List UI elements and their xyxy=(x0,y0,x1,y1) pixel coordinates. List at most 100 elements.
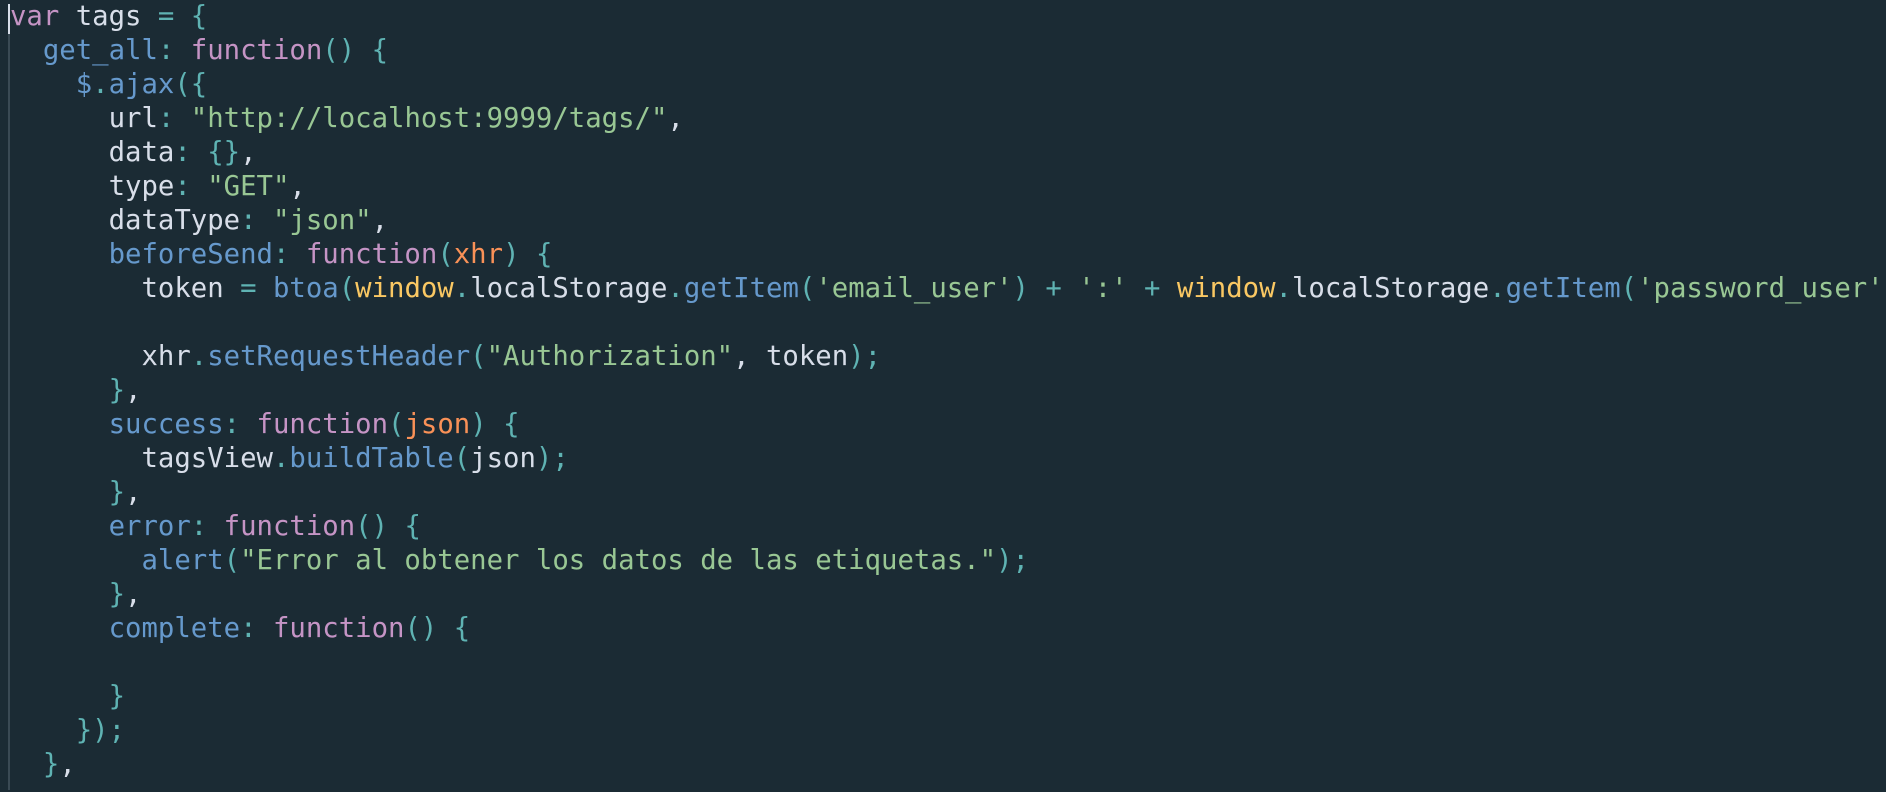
code-token: buildTable xyxy=(289,443,454,474)
code-token: ); xyxy=(848,341,882,372)
code-token: . xyxy=(92,69,109,100)
code-line[interactable]: error: function() { xyxy=(10,510,1886,544)
code-token: ); xyxy=(996,545,1029,576)
code-token: ({ xyxy=(174,69,208,100)
code-token: : xyxy=(272,239,290,270)
code-token: } xyxy=(108,681,126,712)
code-token: ( xyxy=(1620,273,1638,304)
code-token: localStorage xyxy=(1291,273,1490,304)
code-line[interactable]: url: "http://localhost:9999/tags/", xyxy=(10,102,1886,136)
code-token: "GET" xyxy=(207,171,290,202)
code-line[interactable]: dataType: "json", xyxy=(10,204,1886,238)
code-token: + xyxy=(1045,273,1062,304)
code-token: "http://localhost:9999/tags/" xyxy=(190,103,668,134)
code-line[interactable]: data: {}, xyxy=(10,136,1886,170)
code-token: json xyxy=(404,409,471,440)
code-line[interactable]: var tags = { xyxy=(10,0,1886,34)
code-token: ajax xyxy=(108,69,175,100)
code-token: function xyxy=(305,239,438,270)
code-token: } xyxy=(108,375,126,406)
code-area[interactable]: var tags = { get_all: function() { $.aja… xyxy=(10,0,1886,782)
code-line[interactable]: $.ajax({ xyxy=(10,68,1886,102)
code-token: tags xyxy=(59,1,158,32)
code-token: { xyxy=(453,613,471,644)
code-token: : xyxy=(157,35,175,66)
code-line[interactable]: tagsView.buildTable(json); xyxy=(10,442,1886,476)
code-line[interactable]: xhr.setRequestHeader("Authorization", to… xyxy=(10,340,1886,374)
code-token: ( xyxy=(453,443,471,474)
code-line[interactable]: ​ xyxy=(10,306,1886,340)
code-token: . xyxy=(272,443,290,474)
code-line[interactable]: complete: function() { xyxy=(10,612,1886,646)
code-line[interactable]: }, xyxy=(10,476,1886,510)
code-line[interactable]: token = btoa(window.localStorage.getItem… xyxy=(10,272,1886,306)
code-line[interactable]: get_all: function() { xyxy=(10,34,1886,68)
code-token: function xyxy=(272,613,405,644)
code-token: xhr xyxy=(453,239,504,270)
code-token: url xyxy=(10,103,158,134)
code-line[interactable]: beforeSend: function(xhr) { xyxy=(10,238,1886,272)
code-token: ( xyxy=(223,545,241,576)
code-token: error xyxy=(108,511,191,542)
code-token: , xyxy=(289,171,306,202)
code-token: ':' xyxy=(1078,273,1128,304)
code-line[interactable]: alert("Error al obtener los datos de las… xyxy=(10,544,1886,578)
code-token: } xyxy=(108,579,126,610)
code-line[interactable]: }, xyxy=(10,578,1886,612)
code-token: getItem xyxy=(683,273,799,304)
code-token: : xyxy=(190,511,208,542)
code-token: + xyxy=(1144,273,1161,304)
code-token: { xyxy=(371,35,389,66)
code-token: ( xyxy=(338,273,356,304)
code-line[interactable]: }); xyxy=(10,714,1886,748)
code-token: . xyxy=(1489,273,1506,304)
code-token: btoa xyxy=(272,273,339,304)
code-token: get_all xyxy=(42,35,158,66)
code-editor[interactable]: var tags = { get_all: function() { $.aja… xyxy=(0,0,1886,792)
code-token: getItem xyxy=(1505,273,1621,304)
code-token: function xyxy=(190,35,323,66)
code-token: { xyxy=(190,1,208,32)
code-line[interactable]: }, xyxy=(10,748,1886,782)
code-token: {} xyxy=(207,137,241,168)
code-token: } xyxy=(108,477,126,508)
code-token: ) xyxy=(470,409,487,440)
code-line[interactable]: type: "GET", xyxy=(10,170,1886,204)
code-token: : xyxy=(240,613,257,644)
code-token: . xyxy=(190,341,208,372)
code-token: , xyxy=(240,137,257,168)
code-line[interactable]: success: function(json) { xyxy=(10,408,1886,442)
code-token: () xyxy=(404,613,438,644)
code-token: ) xyxy=(503,239,520,270)
code-token: "Error al obtener los datos de las etiqu… xyxy=(240,545,997,576)
code-token: var xyxy=(10,1,60,32)
code-token: , xyxy=(667,103,684,134)
code-token: ( xyxy=(437,239,454,270)
code-line[interactable]: } xyxy=(10,680,1886,714)
code-line[interactable]: }, xyxy=(10,374,1886,408)
code-line[interactable]: ​ xyxy=(10,646,1886,680)
code-token: ); xyxy=(535,443,569,474)
code-token: , xyxy=(125,477,142,508)
code-token: token xyxy=(10,273,241,304)
code-token: function xyxy=(223,511,356,542)
code-token: alert xyxy=(141,545,224,576)
